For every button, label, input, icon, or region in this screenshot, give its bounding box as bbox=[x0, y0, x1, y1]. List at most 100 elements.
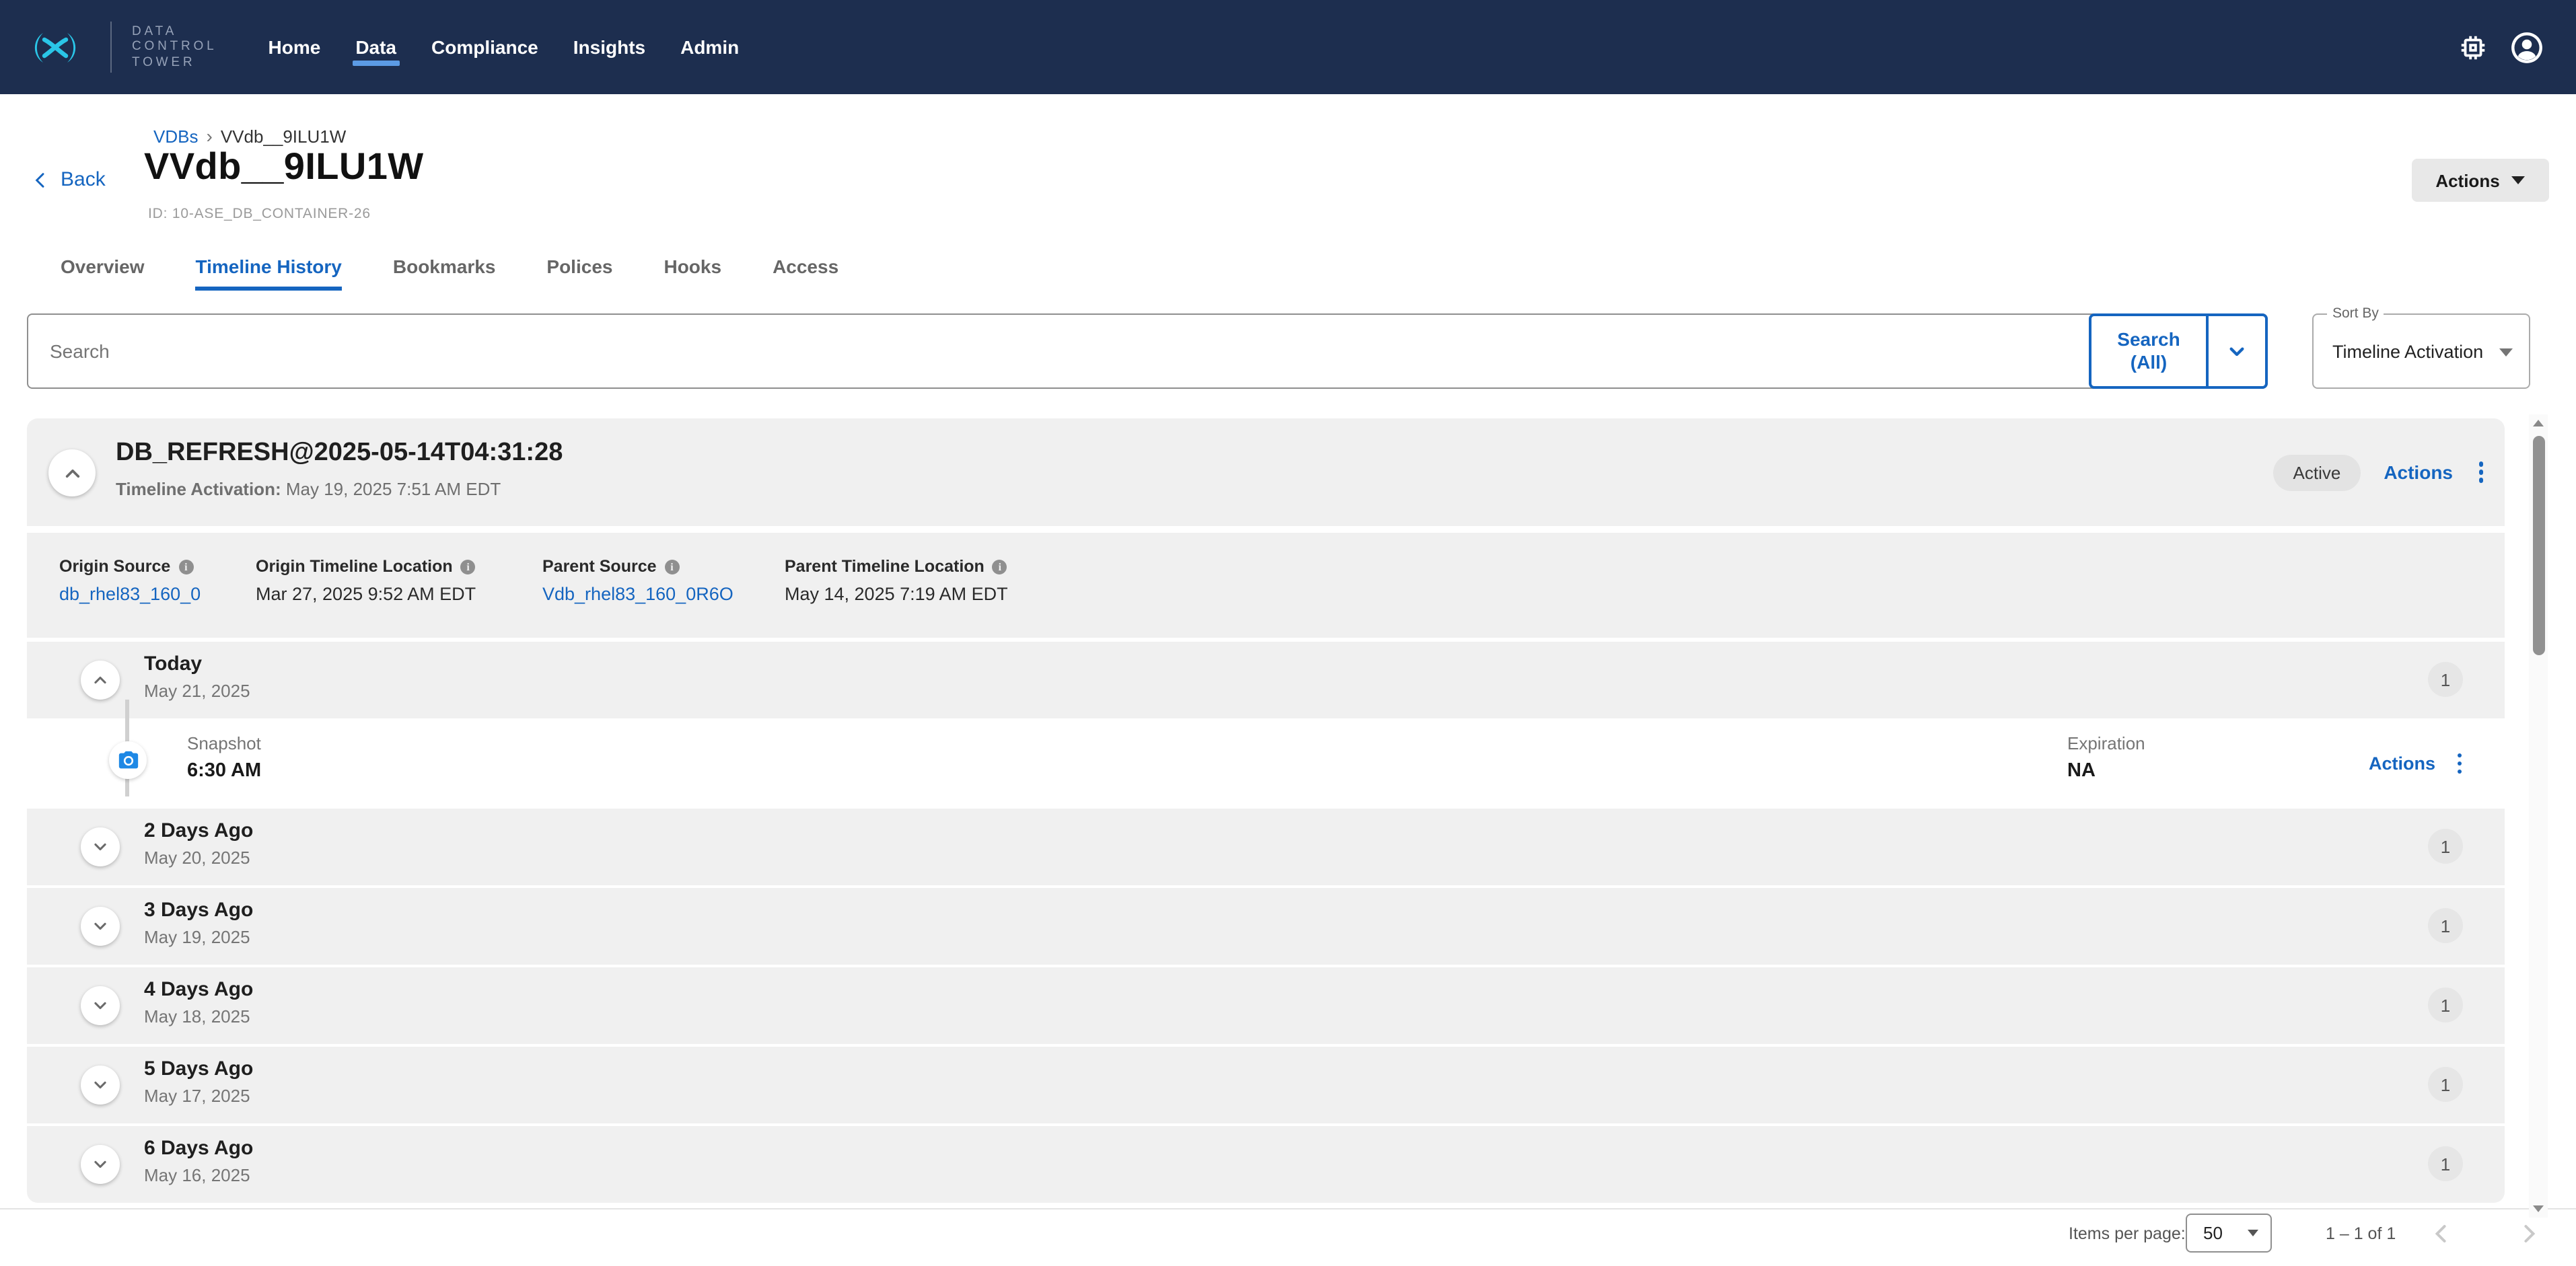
nav-item-insights[interactable]: Insights bbox=[573, 0, 645, 94]
info-icon[interactable] bbox=[461, 559, 476, 574]
nav-item-data[interactable]: Data bbox=[355, 0, 396, 94]
card-actions-button[interactable]: Actions bbox=[2384, 461, 2453, 483]
chip-settings-icon[interactable] bbox=[2458, 32, 2489, 63]
chevron-up-icon bbox=[59, 459, 85, 486]
collapse-card-button[interactable] bbox=[48, 449, 96, 496]
day-count-badge: 1 bbox=[2428, 662, 2463, 697]
sort-by-value: Timeline Activation bbox=[2332, 342, 2483, 362]
timeline-day-row-today: Today May 21, 2025 1 bbox=[27, 642, 2505, 718]
next-page-button[interactable] bbox=[2514, 1219, 2544, 1253]
day-date: May 18, 2025 bbox=[144, 1006, 250, 1027]
meta-parent-source: Parent Source Vdb_rhel83_160_0R6O bbox=[542, 533, 734, 604]
parent-timeline-location-value: May 14, 2025 7:19 AM EDT bbox=[785, 584, 1008, 604]
expiration-value: NA bbox=[2067, 760, 2096, 782]
search-button-line2: (All) bbox=[2131, 351, 2167, 374]
kebab-menu-icon[interactable] bbox=[2454, 751, 2464, 777]
snapshot-actions-button[interactable]: Actions bbox=[2369, 753, 2435, 774]
account-icon[interactable] bbox=[2510, 30, 2544, 64]
scroll-down-arrow-icon[interactable] bbox=[2533, 1205, 2544, 1212]
chevron-down-icon bbox=[89, 835, 112, 858]
status-badge: Active bbox=[2273, 454, 2361, 490]
timeline-day-row: 6 Days Ago May 16, 2025 1 bbox=[27, 1126, 2505, 1203]
kebab-menu-icon[interactable] bbox=[2476, 459, 2486, 486]
search-input[interactable] bbox=[27, 313, 2268, 389]
timeline-card-header: DB_REFRESH@2025-05-14T04:31:28 Timeline … bbox=[27, 418, 2505, 526]
collapse-day-button[interactable] bbox=[81, 661, 120, 700]
meta-origin-timeline-location: Origin Timeline Location Mar 27, 2025 9:… bbox=[256, 533, 476, 604]
timeline-day-row: 3 Days Ago May 19, 2025 1 bbox=[27, 888, 2505, 965]
info-icon[interactable] bbox=[178, 559, 193, 574]
brand: DATA CONTROL TOWER bbox=[0, 22, 217, 73]
expand-day-button[interactable] bbox=[81, 907, 120, 946]
expand-day-button[interactable] bbox=[81, 1145, 120, 1184]
caret-down-icon bbox=[2248, 1230, 2258, 1236]
tab-polices[interactable]: Polices bbox=[546, 256, 612, 291]
chevron-right-icon bbox=[2514, 1219, 2544, 1249]
day-title: 6 Days Ago bbox=[144, 1137, 253, 1160]
meta-origin-source: Origin Source db_rhel83_160_0 bbox=[59, 533, 201, 604]
scrollbar-thumb[interactable] bbox=[2532, 436, 2544, 655]
search-options-button[interactable] bbox=[2209, 316, 2265, 386]
day-title: 4 Days Ago bbox=[144, 978, 253, 1001]
search-button-line1: Search bbox=[2117, 328, 2180, 351]
nav-item-compliance[interactable]: Compliance bbox=[431, 0, 538, 94]
meta-label: Parent Timeline Location bbox=[785, 557, 985, 576]
chevron-down-icon bbox=[2223, 338, 2250, 365]
chevron-down-icon bbox=[89, 1153, 112, 1176]
search-field-wrap bbox=[27, 313, 2268, 389]
back-button[interactable]: Back bbox=[30, 168, 106, 191]
nav-item-admin[interactable]: Admin bbox=[680, 0, 739, 94]
main-nav: Home Data Compliance Insights Admin bbox=[269, 0, 740, 94]
items-per-page-label: Items per page: bbox=[2069, 1224, 2186, 1243]
breadcrumb-vdbs-link[interactable]: VDBs bbox=[153, 126, 198, 146]
tab-access[interactable]: Access bbox=[773, 256, 838, 291]
timeline-day-row: 5 Days Ago May 17, 2025 1 bbox=[27, 1047, 2505, 1123]
page-id: ID: 10-ASE_DB_CONTAINER-26 bbox=[148, 206, 371, 222]
day-count-badge: 1 bbox=[2428, 1067, 2463, 1102]
brand-wordmark: DATA CONTROL TOWER bbox=[132, 24, 217, 71]
snapshot-time: 6:30 AM bbox=[187, 760, 261, 782]
top-nav-bar: DATA CONTROL TOWER Home Data Compliance … bbox=[0, 0, 2576, 94]
nav-item-home[interactable]: Home bbox=[269, 0, 321, 94]
dct-logo-icon bbox=[20, 29, 90, 65]
divider bbox=[27, 526, 2505, 533]
origin-timeline-location-value: Mar 27, 2025 9:52 AM EDT bbox=[256, 584, 476, 604]
info-icon[interactable] bbox=[665, 559, 680, 574]
items-per-page-select[interactable]: 50 bbox=[2186, 1214, 2272, 1253]
chevron-up-icon bbox=[89, 669, 112, 692]
meta-label: Origin Source bbox=[59, 557, 170, 576]
expand-day-button[interactable] bbox=[81, 827, 120, 866]
day-title: Today bbox=[144, 653, 202, 675]
breadcrumb: VDBs › VVdb__9ILU1W bbox=[153, 125, 346, 147]
tab-bookmarks[interactable]: Bookmarks bbox=[393, 256, 496, 291]
expand-day-button[interactable] bbox=[81, 986, 120, 1025]
chevron-down-icon bbox=[89, 994, 112, 1017]
origin-source-link[interactable]: db_rhel83_160_0 bbox=[59, 584, 201, 604]
tab-timeline-history[interactable]: Timeline History bbox=[196, 256, 342, 291]
caret-down-icon bbox=[2499, 348, 2513, 357]
expiration-label: Expiration bbox=[2067, 733, 2145, 753]
breadcrumb-current: VVdb__9ILU1W bbox=[221, 126, 346, 146]
page-actions-button[interactable]: Actions bbox=[2412, 159, 2549, 202]
meta-label: Origin Timeline Location bbox=[256, 557, 453, 576]
vertical-scrollbar[interactable] bbox=[2529, 414, 2548, 1218]
tab-overview[interactable]: Overview bbox=[61, 256, 145, 291]
previous-page-button[interactable] bbox=[2427, 1219, 2456, 1253]
brand-divider bbox=[110, 22, 112, 73]
day-date: May 17, 2025 bbox=[144, 1086, 250, 1106]
info-icon[interactable] bbox=[993, 559, 1007, 574]
day-title: 2 Days Ago bbox=[144, 819, 253, 842]
sort-by-select[interactable]: Sort By Timeline Activation bbox=[2312, 313, 2530, 389]
caret-down-icon bbox=[2512, 176, 2526, 184]
day-count-badge: 1 bbox=[2428, 908, 2463, 943]
breadcrumb-separator: › bbox=[206, 125, 212, 147]
day-count-badge: 1 bbox=[2428, 988, 2463, 1022]
expand-day-button[interactable] bbox=[81, 1066, 120, 1105]
scroll-up-arrow-icon[interactable] bbox=[2533, 420, 2544, 426]
search-all-button[interactable]: Search (All) bbox=[2091, 316, 2206, 386]
search-all-split-button: Search (All) bbox=[2089, 313, 2268, 389]
snapshot-type-label: Snapshot bbox=[187, 733, 261, 753]
tab-hooks[interactable]: Hooks bbox=[664, 256, 721, 291]
parent-source-link[interactable]: Vdb_rhel83_160_0R6O bbox=[542, 584, 734, 604]
page-title: VVdb__9ILU1W bbox=[144, 145, 424, 188]
